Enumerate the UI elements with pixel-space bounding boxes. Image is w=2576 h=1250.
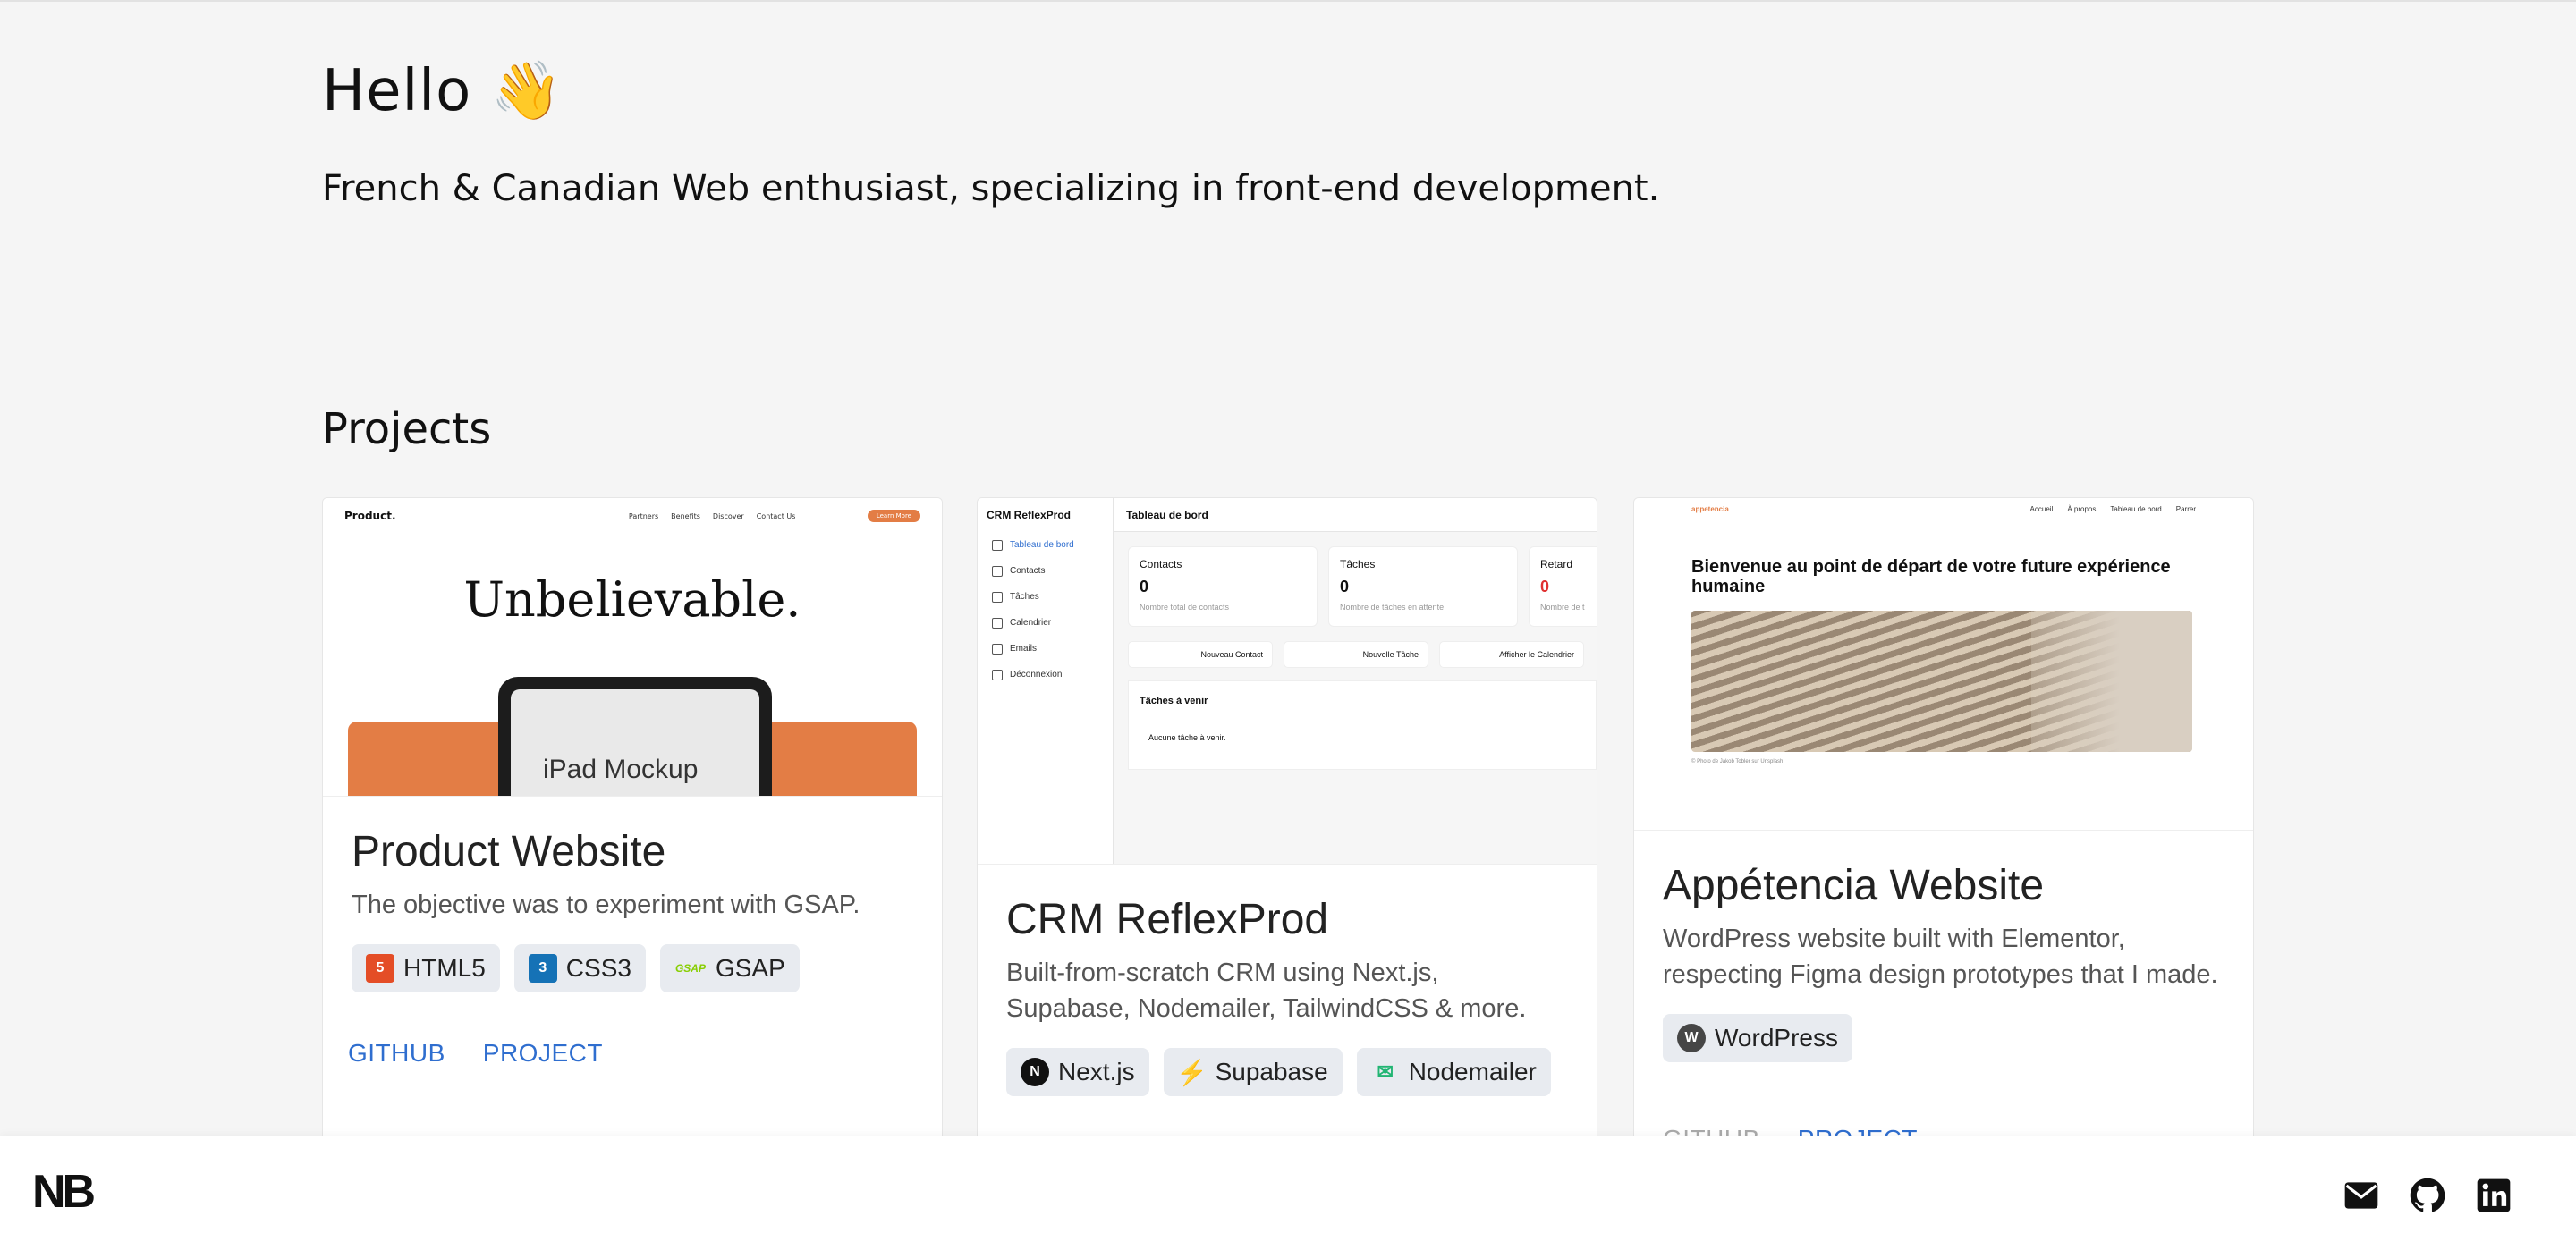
tag-label: WordPress [1715, 1024, 1838, 1052]
tag-label: Nodemailer [1408, 1058, 1537, 1085]
tag-html5: 5 HTML5 [352, 944, 500, 992]
tag-label: HTML5 [403, 954, 486, 982]
mock-upcoming-title: Tâches à venir [1140, 696, 1208, 706]
tag-label: CSS3 [565, 954, 631, 982]
nodemailer-icon: ✉ [1377, 1060, 1394, 1083]
project-screenshot[interactable]: appetencia Accueil À propos Tableau de b… [1634, 498, 2253, 831]
project-description: WordPress website built with Elementor, … [1663, 925, 2218, 989]
mock-action: Nouvelle Tâche [1284, 641, 1428, 668]
project-screenshot[interactable]: CRM ReflexProd Tableau de bord Contacts … [978, 498, 1597, 865]
mock-cta: Learn More [867, 510, 920, 522]
gsap-icon: GSAP [674, 962, 706, 975]
mock-menu-item: Contacts [978, 558, 1113, 584]
mock-stat-value: 0 [1140, 578, 1149, 595]
tech-tags: N Next.js ⚡ Supabase ✉ Nodemailer [1006, 1048, 1568, 1096]
tag-label: Next.js [1058, 1058, 1135, 1085]
tag-nextjs: N Next.js [1006, 1048, 1149, 1096]
mock-nav-links: Partners Benefits Discover Contact Us [629, 512, 796, 520]
mock-menu-item: Emails [978, 636, 1113, 662]
mock-nav-link: Tableau de bord [2110, 505, 2162, 513]
mock-nav-links: Accueil À propos Tableau de bord Parrer [2030, 505, 2196, 513]
tag-supabase: ⚡ Supabase [1163, 1048, 1343, 1096]
bottom-bar: NB [0, 1136, 2576, 1250]
wordpress-icon: W [1677, 1024, 1706, 1052]
tagline: French & Canadian Web enthusiast, specia… [322, 168, 1660, 209]
mock-nav: appetencia Accueil À propos Tableau de b… [1691, 505, 2196, 513]
mock-nav: Product. Partners Benefits Discover Cont… [344, 507, 920, 525]
mock-sidebar: CRM ReflexProd Tableau de bord Contacts … [978, 498, 1114, 864]
project-card-crm-reflexprod: CRM ReflexProd Tableau de bord Contacts … [977, 497, 1597, 1141]
tech-tags: W WordPress [1663, 1014, 2224, 1062]
mock-headline: Unbelievable. [463, 571, 801, 628]
mock-headline: Bienvenue au point de départ de votre fu… [1691, 557, 2171, 596]
mock-page-title: Tableau de bord [1114, 498, 1597, 532]
project-title: Product Website [352, 828, 666, 875]
mock-nav-link: Benefits [671, 511, 700, 520]
mock-nav-link: Parrer [2175, 505, 2196, 513]
tech-tags: 5 HTML5 3 CSS3 GSAP GSAP [352, 944, 913, 992]
mock-nav-link: À propos [2067, 505, 2097, 513]
tag-label: GSAP [715, 954, 785, 982]
project-link[interactable]: PROJECT [483, 1039, 603, 1068]
tag-gsap: GSAP GSAP [659, 944, 800, 992]
mock-nav-link: Partners [628, 511, 659, 520]
mock-ipad-screen: iPad Mockup [511, 689, 759, 796]
mock-ipad: iPad Mockup [498, 677, 772, 796]
site-logo[interactable]: NB [32, 1165, 96, 1219]
mock-menu-item: Calendrier [978, 610, 1113, 636]
mock-brand: appetencia [1691, 505, 1729, 513]
mock-menu-item: Déconnexion [978, 662, 1113, 688]
mock-photo-caption: © Photo de Jakob Tobler sur Unsplash [1691, 759, 1784, 764]
social-links [2342, 1176, 2513, 1215]
mock-stat-card: Tâches 0 Nombre de tâches en attente [1328, 546, 1518, 627]
mock-stat-value: 0 [1340, 578, 1350, 595]
mock-stat-sub: Nombre de t [1540, 603, 1585, 612]
mock-stat-card: Contacts 0 Nombre total de contacts [1128, 546, 1318, 627]
mock-nav-link: Accueil [2029, 505, 2054, 513]
project-links: GITHUB PROJECT [323, 1039, 942, 1068]
project-title: CRM ReflexProd [1006, 896, 1329, 943]
tag-nodemailer: ✉ Nodemailer [1356, 1048, 1551, 1096]
projects-heading: Projects [322, 404, 492, 454]
mock-brand: Product. [344, 510, 396, 522]
project-card-appetencia-website: appetencia Accueil À propos Tableau de b… [1633, 497, 2254, 1141]
supabase-icon: ⚡ [1176, 1058, 1208, 1086]
mock-stairs-photo [1691, 611, 2192, 752]
mock-nav-link: Contact Us [756, 511, 796, 520]
project-description: Built-from-scratch CRM using Next.js, Su… [1006, 959, 1527, 1023]
mock-menu-item: Tableau de bord [978, 532, 1113, 558]
mock-upcoming-empty: Aucune tâche à venir. [1148, 733, 1226, 742]
tag-css3: 3 CSS3 [513, 944, 646, 992]
mock-stat-sub: Nombre total de contacts [1140, 603, 1230, 612]
mail-icon[interactable] [2342, 1176, 2381, 1215]
mock-menu-item: Tâches [978, 584, 1113, 610]
nextjs-icon: N [1021, 1058, 1049, 1086]
github-link[interactable]: GITHUB [348, 1039, 445, 1068]
mock-nav-link: Discover [712, 511, 744, 520]
tag-label: Supabase [1215, 1058, 1328, 1085]
mock-stat-label: Tâches [1340, 558, 1376, 570]
greeting-heading: Hello 👋 [322, 58, 564, 124]
html5-icon: 5 [366, 954, 394, 983]
mock-brand: CRM ReflexProd [987, 509, 1072, 521]
mock-upcoming: Tâches à venir Aucune tâche à venir. [1128, 680, 1597, 770]
project-screenshot[interactable]: Product. Partners Benefits Discover Cont… [323, 498, 942, 797]
mock-stat-label: Retard [1540, 558, 1573, 570]
linkedin-icon[interactable] [2474, 1176, 2513, 1215]
project-title: Appétencia Website [1663, 862, 2045, 909]
github-icon[interactable] [2408, 1176, 2447, 1215]
project-description: The objective was to experiment with GSA… [352, 891, 860, 919]
css3-icon: 3 [528, 954, 557, 983]
mock-stat-card: Retard 0 Nombre de t [1529, 546, 1597, 627]
mock-action: Nouveau Contact [1128, 641, 1273, 668]
mock-stat-value: 0 [1540, 578, 1550, 595]
mock-stat-sub: Nombre de tâches en attente [1340, 603, 1445, 612]
mock-action: Afficher le Calendrier [1439, 641, 1584, 668]
tag-wordpress: W WordPress [1663, 1014, 1852, 1062]
mock-stat-label: Contacts [1140, 558, 1182, 570]
project-card-product-website: Product. Partners Benefits Discover Cont… [322, 497, 943, 1141]
